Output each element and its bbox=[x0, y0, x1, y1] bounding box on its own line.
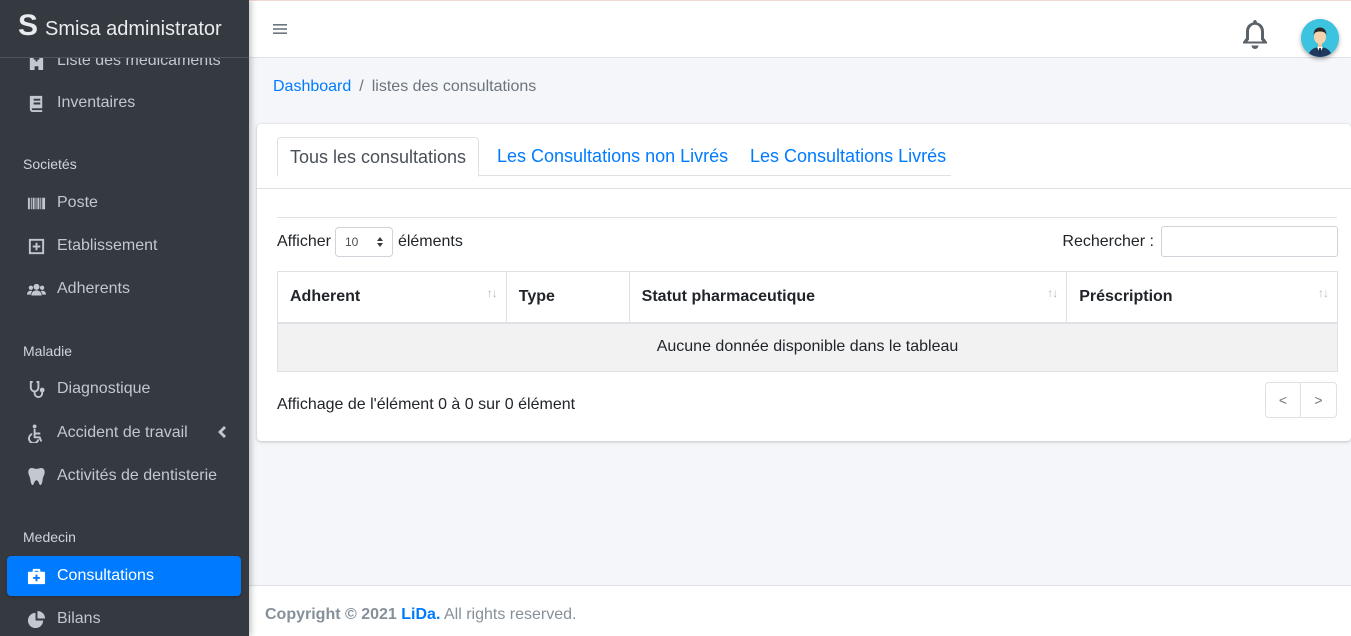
footer-rights: All rights reserved. bbox=[443, 606, 577, 623]
breadcrumb-dashboard-link[interactable]: Dashboard bbox=[273, 78, 351, 96]
search-input[interactable] bbox=[1161, 226, 1338, 257]
empty-table-message: Aucune donnée disponible dans le tableau bbox=[277, 322, 1338, 372]
sort-icon: ↑↓ bbox=[486, 286, 498, 300]
chevron-left-icon bbox=[217, 425, 227, 439]
tooth-icon bbox=[25, 466, 47, 486]
footer: Copyright © 2021 LiDa. All rights reserv… bbox=[249, 585, 1351, 636]
page-length-control: Afficher 10 éléments bbox=[277, 227, 463, 257]
table-info: Affichage de l'élément 0 à 0 sur 0 éléme… bbox=[277, 396, 576, 413]
sidebar-header-medecin: Medecin bbox=[23, 529, 76, 545]
search-control: Rechercher : bbox=[1062, 226, 1338, 257]
consultations-card: Tous les consultations Les Consultations… bbox=[257, 124, 1351, 441]
sidebar-item-label: Inventaires bbox=[57, 94, 136, 111]
plus-square-icon bbox=[25, 236, 47, 256]
page-length-value: 10 bbox=[344, 235, 359, 249]
pagination: < > bbox=[1265, 382, 1337, 418]
sidebar-item-accident[interactable]: Accident de travail bbox=[7, 413, 241, 453]
users-icon bbox=[25, 279, 47, 299]
table-header-row: Adherent ↑↓ Type Statut pharmaceutique ↑↓ … bbox=[277, 271, 1338, 324]
table-row: Aucune donnée disponible dans le tableau bbox=[277, 322, 1338, 372]
sidebar-header-societes: Societés bbox=[23, 156, 77, 172]
breadcrumb: Dashboard / listes des consultations bbox=[273, 78, 536, 96]
barcode-icon bbox=[25, 193, 47, 213]
sidebar-item-adherents[interactable]: Adherents bbox=[7, 269, 241, 309]
sidebar-item-label: Activités de dentisterie bbox=[57, 467, 218, 484]
column-header-statut[interactable]: Statut pharmaceutique ↑↓ bbox=[628, 271, 1068, 324]
sidebar-item-label: Consultations bbox=[57, 567, 154, 584]
sidebar-item-label: Diagnostique bbox=[57, 380, 151, 397]
sidebar-item-etablissement[interactable]: Etablissement bbox=[7, 226, 241, 266]
sidebar-item-label: Etablissement bbox=[57, 237, 158, 254]
breadcrumb-separator: / bbox=[359, 78, 364, 95]
brand-link[interactable]: S Smisa administrator bbox=[0, 0, 249, 58]
top-navbar bbox=[249, 0, 1351, 58]
page-length-select[interactable]: 10 bbox=[334, 227, 393, 257]
tab-all-consultations[interactable]: Tous les consultations bbox=[277, 137, 479, 177]
brand-name: Smisa administrator bbox=[45, 18, 222, 40]
book-icon bbox=[25, 93, 47, 113]
tab-consultations-non-livres[interactable]: Les Consultations non Livrés bbox=[497, 137, 728, 176]
sidebar-item-consultations[interactable]: Consultations bbox=[7, 556, 241, 596]
sidebar-item-label: Poste bbox=[57, 194, 98, 211]
column-header-adherent[interactable]: Adherent ↑↓ bbox=[277, 271, 507, 324]
tab-consultations-livres[interactable]: Les Consultations Livrés bbox=[750, 137, 946, 176]
footer-copyright: Copyright © 2021 bbox=[265, 606, 397, 623]
notification-bell-icon[interactable] bbox=[1239, 17, 1271, 51]
sort-icon: ↑↓ bbox=[1047, 286, 1058, 300]
pie-chart-icon bbox=[25, 609, 47, 629]
search-label: Rechercher : bbox=[1062, 232, 1154, 250]
brand-logo: S bbox=[18, 8, 39, 42]
user-avatar[interactable] bbox=[1301, 19, 1339, 57]
column-header-type: Type bbox=[505, 271, 630, 324]
sidebar-item-bilans[interactable]: Bilans bbox=[7, 599, 241, 636]
sidebar-item-label: Adherents bbox=[57, 280, 130, 297]
sidebar-item-dentisterie[interactable]: Activités de dentisterie bbox=[7, 456, 241, 496]
footer-brand-link[interactable]: LiDa. bbox=[401, 606, 440, 623]
sidebar-item-label: Accident de travail bbox=[57, 424, 188, 441]
sidebar-item-poste[interactable]: Poste bbox=[7, 183, 241, 223]
show-label: Afficher bbox=[277, 233, 331, 250]
menu-toggle-icon[interactable] bbox=[272, 21, 288, 37]
breadcrumb-current: listes des consultations bbox=[371, 78, 537, 95]
content-divider bbox=[277, 217, 1337, 218]
medkit-icon bbox=[25, 566, 47, 586]
sidebar: Liste des médicaments Inventaires Societ… bbox=[0, 0, 249, 636]
column-header-prescription[interactable]: Préscription ↑↓ bbox=[1066, 271, 1338, 324]
sidebar-item-label: Bilans bbox=[57, 610, 101, 627]
sidebar-header-maladie: Maladie bbox=[23, 343, 73, 359]
pagination-next-button[interactable]: > bbox=[1301, 382, 1337, 418]
sidebar-item-diagnostique[interactable]: Diagnostique bbox=[7, 369, 241, 409]
pagination-prev-button[interactable]: < bbox=[1265, 382, 1301, 418]
sidebar-item-inventaires[interactable]: Inventaires bbox=[7, 83, 241, 123]
tabs-divider bbox=[257, 188, 1351, 189]
stethoscope-icon bbox=[25, 379, 47, 399]
items-label: éléments bbox=[397, 233, 463, 250]
wheelchair-icon bbox=[25, 423, 47, 443]
select-caret-icon bbox=[376, 237, 383, 247]
sort-icon: ↑↓ bbox=[1318, 286, 1329, 300]
consultations-table: Adherent ↑↓ Type Statut pharmaceutique ↑↓ … bbox=[277, 271, 1338, 372]
